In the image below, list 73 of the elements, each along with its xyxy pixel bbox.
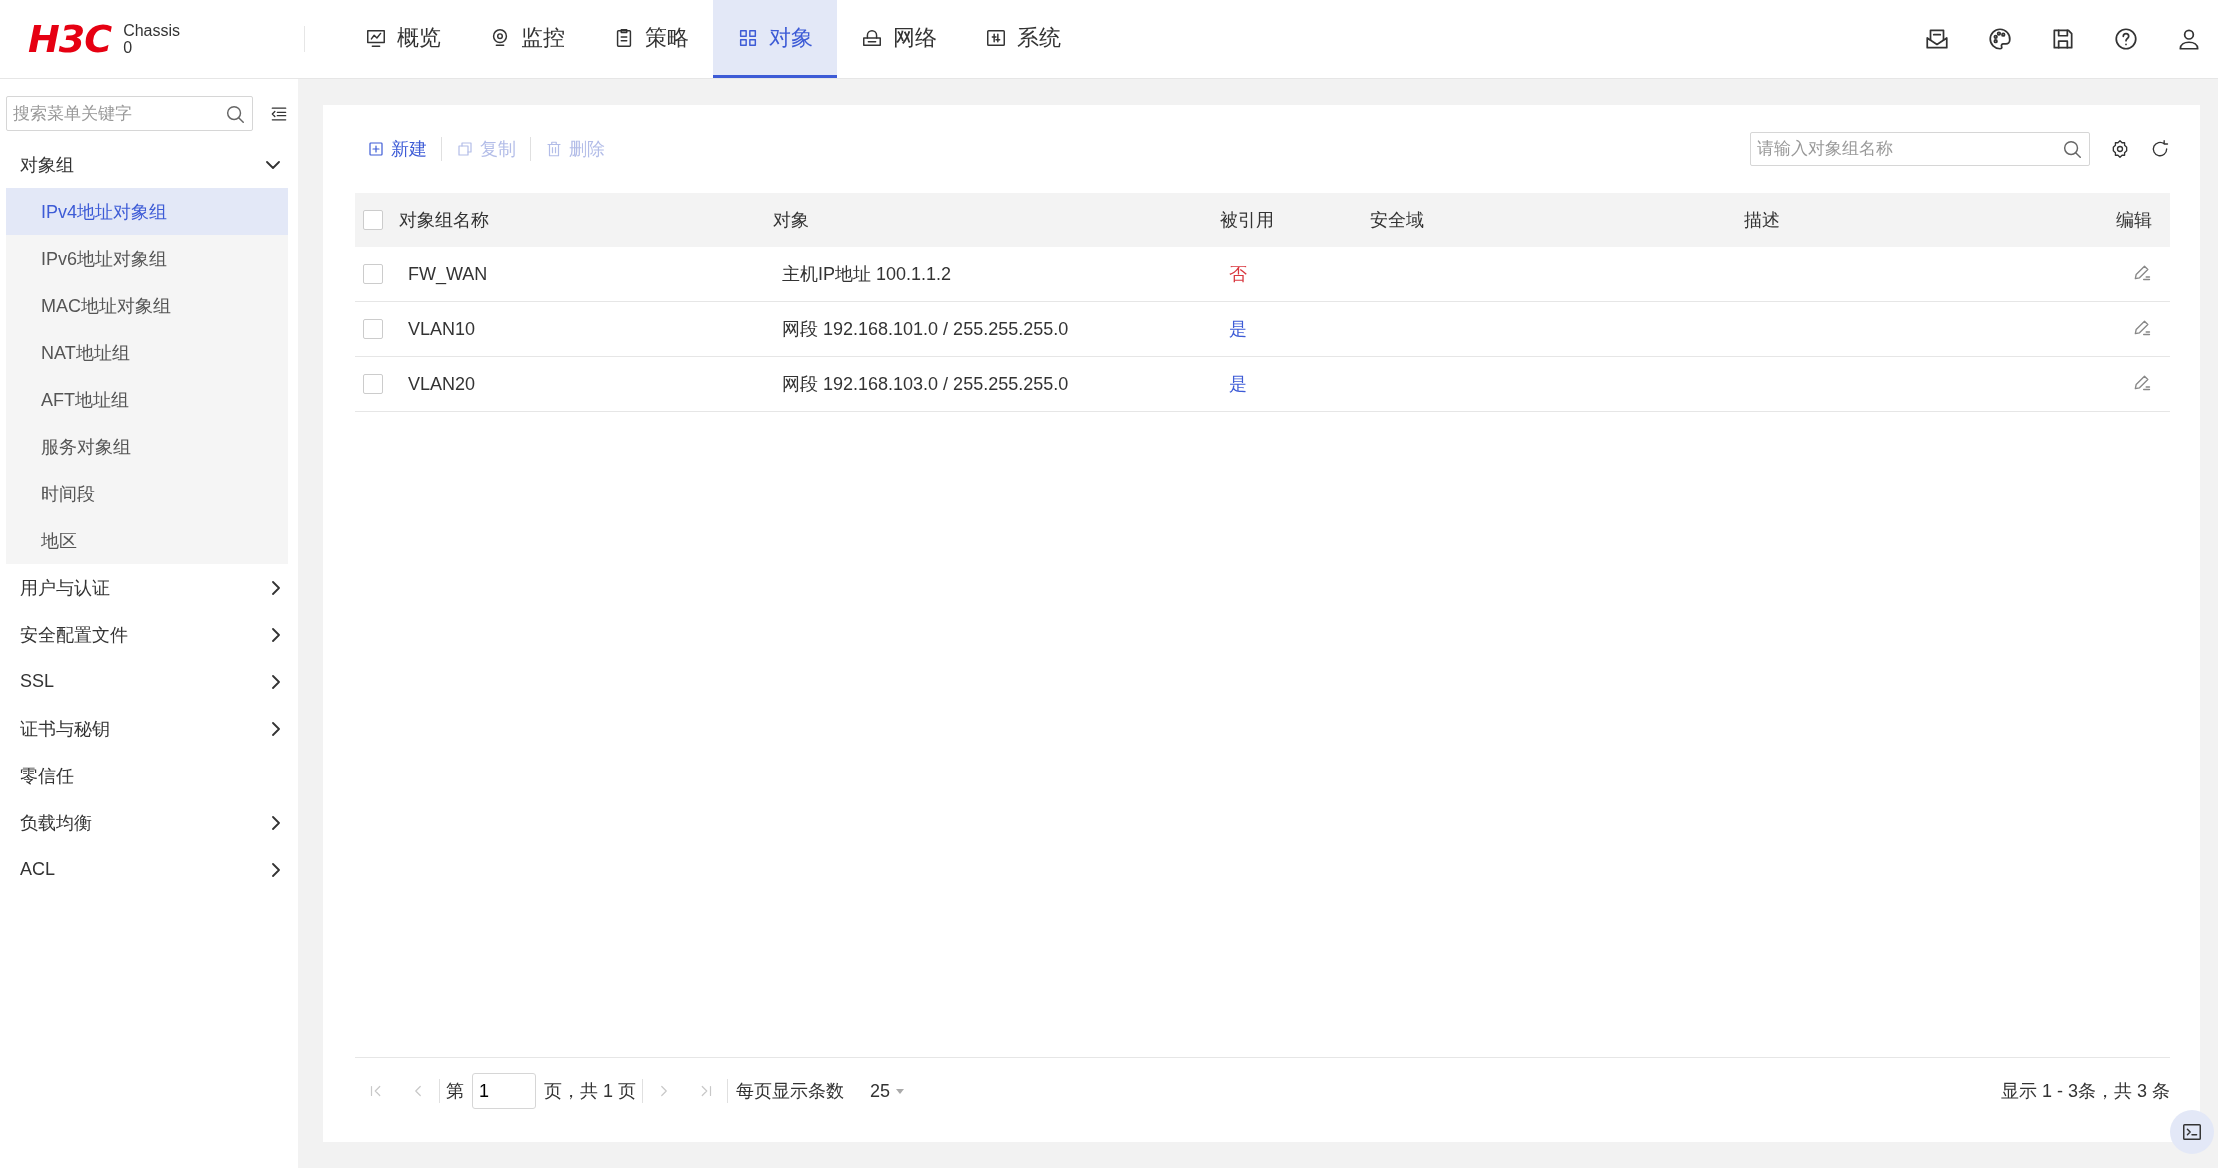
table-cell: 网段 192.168.103.0 / 255.255.255.0 — [772, 356, 1219, 412]
page-total: 页，共 1 页 — [544, 1080, 636, 1103]
referenced-status: 是 — [1229, 374, 1247, 394]
caret-down-icon — [896, 1088, 905, 1094]
referenced-status: 否 — [1229, 264, 1247, 284]
chevron-right-icon — [272, 627, 280, 642]
select-all-checkbox[interactable] — [363, 210, 383, 230]
submenu-item[interactable]: AFT地址组 — [6, 376, 288, 423]
nav-tab[interactable]: 网络 — [837, 0, 961, 78]
page-size-label: 每页显示条数 — [736, 1080, 844, 1103]
referenced-status: 是 — [1229, 319, 1247, 339]
page-input[interactable]: 1 — [472, 1073, 536, 1109]
row-checkbox[interactable] — [363, 264, 383, 284]
submenu-item[interactable]: MAC地址对象组 — [6, 282, 288, 329]
mail-icon — [1924, 26, 1950, 52]
name-search-field[interactable]: 请输入对象组名称 — [1750, 132, 2090, 166]
menu-item[interactable]: 用户与认证 — [0, 564, 298, 611]
nav-tab[interactable]: 对象 — [713, 0, 837, 78]
column-header: 对象 — [772, 193, 1219, 247]
table-cell: VLAN20 — [398, 356, 772, 412]
toolbar-button[interactable]: 新建 — [355, 137, 441, 161]
menu-search-field[interactable]: 搜索菜单关键字 — [6, 96, 253, 131]
submenu-item[interactable]: IPv6地址对象组 — [6, 235, 288, 282]
chevron-right-icon — [272, 580, 280, 595]
menu-item[interactable]: SSL — [0, 658, 298, 705]
menu-item[interactable]: 负载均衡 — [0, 799, 298, 846]
submenu-item[interactable]: 地区 — [6, 517, 288, 564]
menu-item[interactable]: 安全配置文件 — [0, 611, 298, 658]
device-label: Chassis — [123, 22, 181, 39]
chevron-down-icon — [266, 160, 280, 169]
menu-item[interactable]: 对象组 — [0, 141, 298, 188]
menu-item[interactable]: 证书与秘钥 — [0, 705, 298, 752]
page-size-select[interactable]: 25 — [870, 1080, 905, 1102]
row-checkbox[interactable] — [363, 319, 383, 339]
column-header: 安全域 — [1369, 193, 1743, 247]
chevron-right-icon — [272, 862, 280, 877]
nav-tab[interactable]: 策略 — [589, 0, 713, 78]
table-cell: 主机IP地址 100.1.1.2 — [772, 247, 1219, 302]
submenu-item[interactable]: 服务对象组 — [6, 423, 288, 470]
column-header: 描述 — [1743, 193, 1918, 247]
table-cell: FW_WAN — [398, 247, 772, 302]
brand-logo: H3C — [28, 17, 112, 61]
submenu-item[interactable]: 时间段 — [6, 470, 288, 517]
nav-tab[interactable]: 概览 — [341, 0, 465, 78]
help-icon — [2113, 26, 2139, 52]
settings-icon — [2110, 139, 2130, 159]
page-prefix: 第 — [446, 1080, 464, 1103]
column-header: 编辑 — [1917, 193, 2170, 247]
submenu-item[interactable]: IPv4地址对象组 — [6, 188, 288, 235]
table-cell: 网段 192.168.101.0 / 255.255.255.0 — [772, 301, 1219, 357]
nav-tab[interactable]: 系统 — [961, 0, 1085, 78]
nav-tab[interactable]: 监控 — [465, 0, 589, 78]
menu-item[interactable]: ACL — [0, 846, 298, 893]
search-icon — [2061, 138, 2083, 160]
record-summary: 显示 1 - 3条，共 3 条 — [2000, 1080, 2170, 1103]
console-button[interactable] — [2170, 1110, 2214, 1154]
submenu-item[interactable]: NAT地址组 — [6, 329, 288, 376]
row-checkbox[interactable] — [363, 374, 383, 394]
copy-icon — [456, 140, 474, 158]
chevron-right-icon — [272, 674, 280, 689]
terminal-icon — [2181, 1121, 2203, 1143]
column-header: 被引用 — [1219, 193, 1369, 247]
plus-icon — [367, 140, 385, 158]
column-header: 对象组名称 — [398, 193, 772, 247]
chevron-right-icon — [272, 815, 280, 830]
chevron-right-icon — [272, 721, 280, 736]
refresh-icon — [2150, 139, 2170, 159]
palette-icon — [1987, 26, 2013, 52]
menu-item[interactable]: 零信任 — [0, 752, 298, 799]
table-cell: VLAN10 — [398, 301, 772, 357]
trash-icon — [545, 140, 563, 158]
save-icon — [2050, 26, 2076, 52]
device-id: 0 — [123, 39, 134, 56]
